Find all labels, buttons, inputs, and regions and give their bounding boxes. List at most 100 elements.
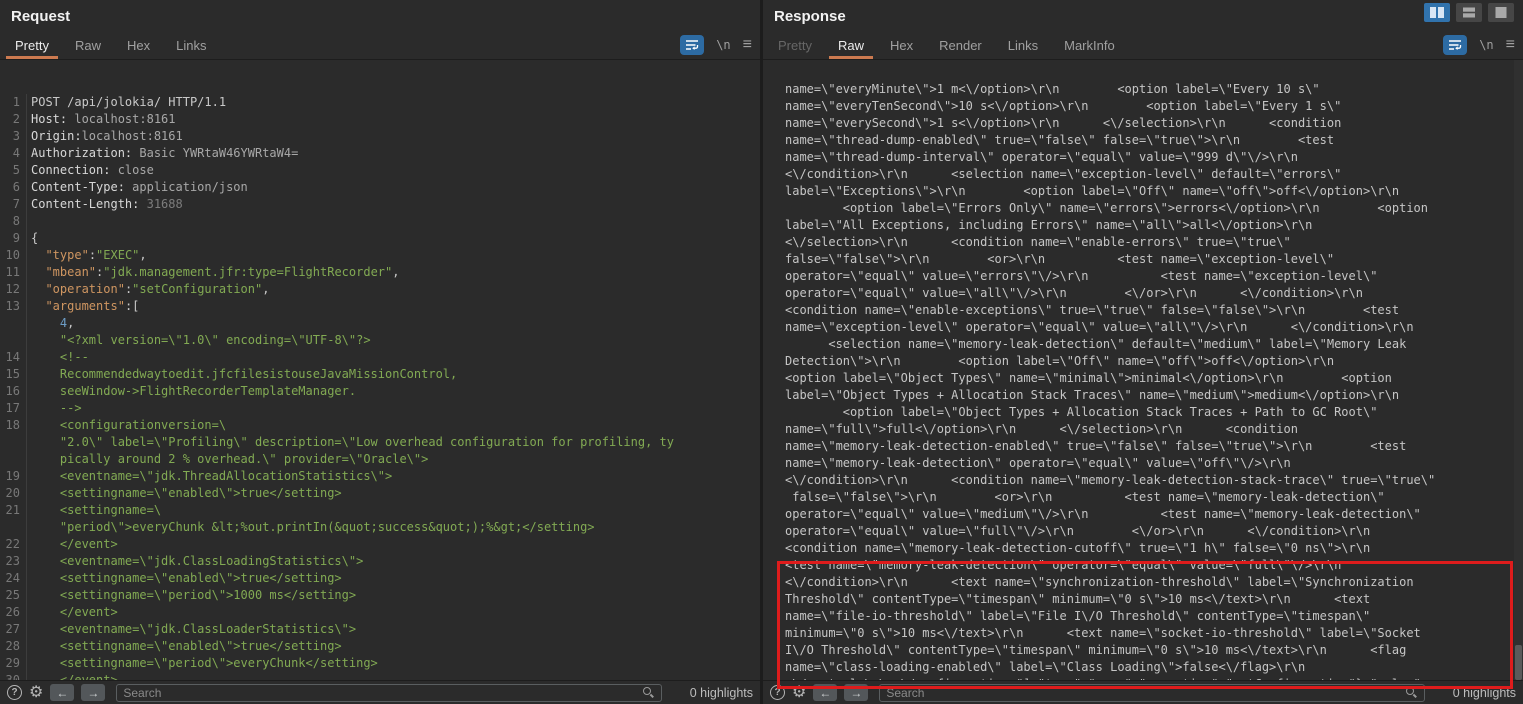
stacked-layout-button[interactable]: [1456, 3, 1482, 22]
response-code-line: name=\"full\">full<\/option>\r\n <\/sele…: [785, 421, 1523, 438]
response-code-line: operator=\"equal\" value=\"errors\"\/>\r…: [785, 268, 1523, 285]
pane-layout-buttons: [1424, 3, 1514, 22]
request-search-input[interactable]: [117, 686, 643, 700]
request-editor[interactable]: 1POST /api/jolokia/ HTTP/1.12Host: local…: [0, 60, 760, 680]
single-pane-layout-button[interactable]: [1488, 3, 1514, 22]
next-match-button[interactable]: →: [81, 684, 105, 701]
request-code-line: 17 -->: [0, 400, 760, 417]
request-code-line: 12 "operation":"setConfiguration",: [0, 281, 760, 298]
request-tab-row: PrettyRawHexLinks \n ≡: [0, 31, 760, 60]
request-tab-icons: \n ≡: [680, 31, 752, 59]
tab-render[interactable]: Render: [926, 31, 995, 59]
line-number: 20: [0, 485, 27, 502]
request-code-line: 21 <settingname=\: [0, 502, 760, 519]
request-code-line: 18 <configurationversion=\: [0, 417, 760, 434]
response-scrollbar-thumb[interactable]: [1515, 645, 1522, 680]
line-number: 1: [0, 94, 27, 111]
request-code: 1POST /api/jolokia/ HTTP/1.12Host: local…: [0, 94, 760, 680]
request-panel-title: Request: [0, 0, 760, 31]
request-code-line: 28 <settingname=\"enabled\">true</settin…: [0, 638, 760, 655]
response-code-line: I\/O Threshold\" contentType=\"timespan\…: [785, 642, 1523, 659]
show-newlines-toggle[interactable]: \n: [1479, 38, 1493, 52]
search-settings-gear-icon[interactable]: ⚙: [792, 685, 806, 701]
request-search-field: [116, 684, 662, 702]
request-code-line: 23 <eventname=\"jdk.ClassLoadingStatisti…: [0, 553, 760, 570]
single-pane-icon: [1493, 6, 1509, 19]
response-tab-row: PrettyRawHexRenderLinksMarkInfo \n ≡: [763, 31, 1523, 60]
response-code-line: Detection\">\r\n <option label=\"Off\" n…: [785, 353, 1523, 370]
tab-links[interactable]: Links: [995, 31, 1051, 59]
editor-menu-icon[interactable]: ≡: [1506, 37, 1515, 53]
request-code-line: 20 <settingname=\"enabled\">true</settin…: [0, 485, 760, 502]
tab-raw[interactable]: Raw: [62, 31, 114, 59]
response-search-input[interactable]: [880, 686, 1406, 700]
previous-match-button[interactable]: ←: [813, 684, 837, 701]
request-code-line: "2.0\" label=\"Profiling\" description=\…: [0, 434, 760, 451]
line-number: [0, 315, 27, 332]
tab-raw[interactable]: Raw: [825, 31, 877, 59]
response-code-line: name=\"everyMinute\">1 m<\/option>\r\n <…: [785, 81, 1523, 98]
line-number: 21: [0, 502, 27, 519]
tab-markinfo[interactable]: MarkInfo: [1051, 31, 1128, 59]
response-tabs: PrettyRawHexRenderLinksMarkInfo: [765, 31, 1128, 59]
request-code-line: 6Content-Type: application/json: [0, 179, 760, 196]
tab-pretty[interactable]: Pretty: [2, 31, 62, 59]
response-code-line: <\/selection>\r\n <condition name=\"enab…: [785, 234, 1523, 251]
response-code-line: <option label=\"Object Types + Allocatio…: [785, 404, 1523, 421]
response-code-line: <selection name=\"memory-leak-detection\…: [785, 336, 1523, 353]
line-number: 3: [0, 128, 27, 145]
tab-links[interactable]: Links: [163, 31, 219, 59]
word-wrap-toggle-button[interactable]: [1443, 35, 1467, 55]
line-number: [0, 332, 27, 349]
response-code-line: name=\"memory-leak-detection-enabled\" t…: [785, 438, 1523, 455]
request-code-line: 2Host: localhost:8161: [0, 111, 760, 128]
help-icon[interactable]: ?: [7, 685, 22, 700]
request-code-line: 10 "type":"EXEC",: [0, 247, 760, 264]
request-code-line: 8: [0, 213, 760, 230]
request-code-line: 3Origin:localhost:8161: [0, 128, 760, 145]
rows-layout-icon: [1461, 6, 1477, 19]
request-code-line: 7Content-Length: 31688: [0, 196, 760, 213]
response-code-line: name=\"memory-leak-detection\" operator=…: [785, 455, 1523, 472]
response-code-line: name=\"exception-level\" operator=\"equa…: [785, 319, 1523, 336]
tab-hex[interactable]: Hex: [877, 31, 926, 59]
request-code-line: 14 <!--: [0, 349, 760, 366]
line-number: 22: [0, 536, 27, 553]
line-number: 27: [0, 621, 27, 638]
editor-menu-icon[interactable]: ≡: [743, 37, 752, 53]
help-icon[interactable]: ?: [770, 685, 785, 700]
request-highlights-count: 0 highlights: [669, 686, 753, 700]
request-code-line: 24 <settingname=\"enabled\">true</settin…: [0, 570, 760, 587]
request-code-line: "period\">everyChunk &lt;%out.printIn(&q…: [0, 519, 760, 536]
response-code-line: operator=\"equal\" value=\"all\"\/>\r\n …: [785, 285, 1523, 302]
request-code-line: 25 <settingname=\"period\">1000 ms</sett…: [0, 587, 760, 604]
request-code-line: 4,: [0, 315, 760, 332]
response-code-line: name=\"class-loading-enabled\" label=\"C…: [785, 659, 1523, 676]
previous-match-button[interactable]: ←: [50, 684, 74, 701]
tab-hex[interactable]: Hex: [114, 31, 163, 59]
request-search-bar: ? ⚙ ← → 0 highlights: [0, 680, 760, 704]
response-editor[interactable]: name=\"everyMinute\">1 m<\/option>\r\n <…: [763, 60, 1523, 680]
show-newlines-toggle[interactable]: \n: [716, 38, 730, 52]
response-code: name=\"everyMinute\">1 m<\/option>\r\n <…: [763, 81, 1523, 680]
word-wrap-icon: [1448, 39, 1462, 51]
response-code-line: false=\"false\">\r\n <or>\r\n <test name…: [785, 489, 1523, 506]
word-wrap-toggle-button[interactable]: [680, 35, 704, 55]
response-code-line: name=\"everySecond\">1 s<\/option>\r\n <…: [785, 115, 1523, 132]
search-settings-gear-icon[interactable]: ⚙: [29, 685, 43, 701]
response-scrollbar[interactable]: [1514, 60, 1523, 680]
side-by-side-layout-button[interactable]: [1424, 3, 1450, 22]
line-number: 15: [0, 366, 27, 383]
line-number: 14: [0, 349, 27, 366]
search-icon: [643, 687, 654, 698]
response-code-line: name=\"thread-dump-interval\" operator=\…: [785, 149, 1523, 166]
request-code-line: 30 </event>: [0, 672, 760, 680]
line-number: 8: [0, 213, 27, 230]
response-tab-icons: \n ≡: [1443, 31, 1515, 59]
response-code-line: name=\"file-io-threshold\" label=\"File …: [785, 608, 1523, 625]
next-match-button[interactable]: →: [844, 684, 868, 701]
line-number: 25: [0, 587, 27, 604]
line-number: 26: [0, 604, 27, 621]
tab-pretty[interactable]: Pretty: [765, 31, 825, 59]
response-code-line: label=\"Exceptions\">\r\n <option label=…: [785, 183, 1523, 200]
